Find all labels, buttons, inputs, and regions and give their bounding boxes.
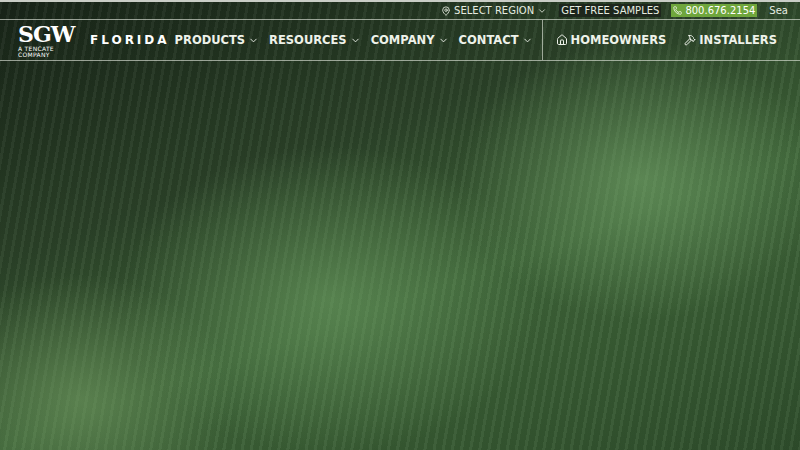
audience-link[interactable]: HOMEOWNERS [551,33,672,47]
chevron-down-icon [248,35,259,46]
chevron-down-icon [350,35,361,46]
phone-icon [673,6,682,15]
page: SELECT REGION GET FREE SAMPLES 800.676.215… [0,0,800,450]
nav-item[interactable]: RESOURCES [264,20,366,60]
hero-image [0,61,800,450]
chevron-down-icon [522,35,533,46]
nav-item[interactable]: COMPANY [366,20,454,60]
nav-list: PRODUCTSRESOURCESCOMPANYCONTACTHOMEOWNER… [170,20,782,60]
audience-links: HOMEOWNERS INSTALLERS [542,20,782,60]
logo-mark: SGW [18,23,84,45]
logo-region: FLORIDA [90,33,170,47]
location-pin-icon [441,6,451,16]
nav-item[interactable]: CONTACT [454,20,538,60]
chevron-down-icon [438,35,449,46]
home-icon [556,34,568,46]
chevron-down-icon [537,6,547,16]
tools-icon [684,34,696,46]
search-field[interactable]: Sea [767,4,790,17]
nav-item[interactable]: PRODUCTS [170,20,265,60]
logo-tagline: A TENCATE COMPANY [18,46,84,58]
main-nav: SGWA TENCATE COMPANY FLORIDAPRODUCTSRESOU… [0,20,800,61]
region-selector[interactable]: SELECT REGION [439,4,549,17]
site-header: SELECT REGION GET FREE SAMPLES 800.676.215… [0,0,800,61]
utility-bar: SELECT REGION GET FREE SAMPLES 800.676.215… [0,2,800,20]
free-samples-button[interactable]: GET FREE SAMPLES [559,4,661,17]
audience-link[interactable]: INSTALLERS [679,33,782,47]
phone-link[interactable]: 800.676.2154 [671,4,757,17]
logo[interactable]: SGWA TENCATE COMPANY FLORIDA [18,23,170,58]
